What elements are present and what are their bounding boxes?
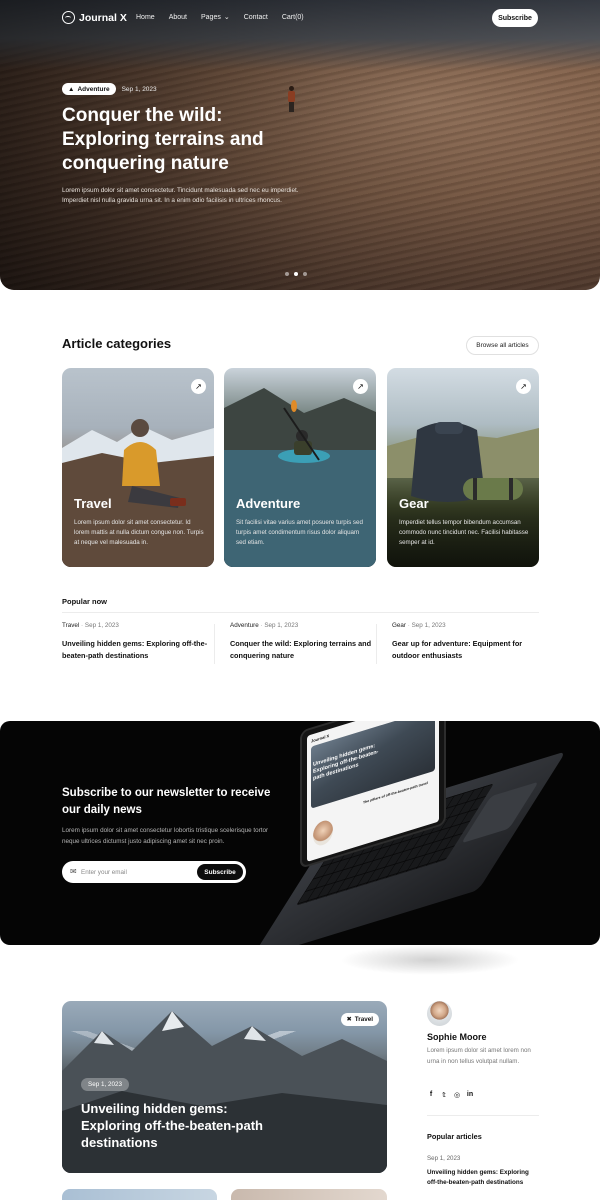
divider [214,624,215,664]
nav-link-cart[interactable]: Cart(0) [282,13,304,21]
slider-dots [285,272,307,276]
popular-date: Sep 1, 2023 [411,622,446,629]
category-name: Gear [399,496,429,511]
arrow-up-right-icon[interactable]: ↗ [191,379,206,394]
featured-title[interactable]: Unveiling hidden gems: Exploring off-the… [81,1100,281,1151]
featured-article[interactable]: ✖ Travel Sep 1, 2023 Unveiling hidden ge… [62,1001,387,1173]
top-navigation: Journal X Home About Pages ⌄ Contact Cart… [0,0,600,36]
categories-title: Article categories [62,336,172,351]
slider-dot-1[interactable] [285,272,289,276]
avatar[interactable] [427,1001,452,1026]
category-name: Travel [74,496,112,511]
category-description: Lorem ipsum dolor sit amet consectetur. … [74,519,204,546]
divider [62,612,539,613]
arrow-up-right-icon[interactable]: ↗ [353,379,368,394]
popular-category[interactable]: Adventure [230,622,259,629]
mail-icon: ✉ [70,867,77,876]
linkedin-icon[interactable]: in [466,1091,474,1099]
newsletter-description: Lorem ipsum dolor sit amet consectetur l… [62,827,269,845]
popular-category[interactable]: Gear [392,622,406,629]
nav-link-pages[interactable]: Pages ⌄ [200,13,230,22]
featured-date: Sep 1, 2023 [81,1078,129,1091]
popular-title[interactable]: Unveiling hidden gems: Exploring off-the… [62,638,217,662]
slider-dot-2[interactable] [294,272,298,276]
hero-content: ▲ Adventure Sep 1, 2023 Conquer the wild… [62,83,342,206]
featured-category-badge[interactable]: ✖ Travel [340,1013,379,1026]
hero-title[interactable]: Conquer the wild: Exploring terrains and… [62,104,312,176]
popular-meta: Travel · Sep 1, 2023 [62,622,119,629]
category-card-gear[interactable]: ↗ Gear Imperdiet tellus tempor bibendum … [387,368,539,567]
category-badge[interactable]: ▲ Adventure [62,83,116,95]
sidebar-article-title[interactable]: Unveiling hidden gems: Exploring off-the… [427,1168,539,1188]
popular-title[interactable]: Gear up for adventure: Equipment for out… [392,638,539,662]
popular-meta: Gear · Sep 1, 2023 [392,622,446,629]
article-card-preview[interactable] [231,1189,387,1200]
divider [427,1115,539,1116]
hero-description: Lorem ipsum dolor sit amet consectetur. … [62,187,299,204]
author-name[interactable]: Sophie Moore [427,1032,487,1042]
social-links: f 𝕥 ◎ in [427,1091,474,1099]
chevron-down-icon: ⌄ [223,14,230,21]
category-card-travel[interactable]: ↗ Travel Lorem ipsum dolor sit amet cons… [62,368,214,567]
laptop-screen-avatar [313,817,333,849]
nav-link-home[interactable]: Home [136,13,155,21]
category-card-adventure[interactable]: ↗ Adventure Sit facilisi vitae varius am… [224,368,376,567]
author-bio: Lorem ipsum dolor sit amet lorem non urn… [427,1047,531,1065]
laptop-shadow [340,945,520,975]
category-name: Adventure [236,496,301,511]
logo-icon [62,11,75,24]
twitter-icon[interactable]: 𝕥 [440,1091,448,1099]
instagram-icon[interactable]: ◎ [453,1091,461,1099]
sidebar-article-date: Sep 1, 2023 [427,1155,461,1162]
nav-links: Home About Pages ⌄ Contact Cart(0) [136,13,304,22]
close-icon: ✖ [346,1016,352,1023]
popular-item[interactable]: Gear · Sep 1, 2023 Gear up for adventure… [392,622,539,662]
newsletter-title: Subscribe to our newsletter to receive o… [62,787,271,816]
newsletter-section: Subscribe to our newsletter to receive o… [0,721,600,945]
popular-title[interactable]: Conquer the wild: Exploring terrains and… [230,638,385,662]
email-input[interactable] [81,865,191,879]
hero-date: Sep 1, 2023 [121,85,157,93]
popular-date: Sep 1, 2023 [264,622,299,629]
category-description: Sit facilisi vitae varius amet posuere t… [236,519,363,546]
popular-now-label: Popular now [62,597,107,606]
browse-all-button[interactable]: Browse all articles [466,336,539,355]
nav-link-pages-label: Pages [200,13,221,21]
arrow-up-right-icon[interactable]: ↗ [516,379,531,394]
newsletter-subscribe-button[interactable]: Subscribe [197,864,243,880]
popular-item[interactable]: Adventure · Sep 1, 2023 Conquer the wild… [230,622,385,662]
slider-dot-3[interactable] [303,272,307,276]
popular-item[interactable]: Travel · Sep 1, 2023 Unveiling hidden ge… [62,622,217,662]
logo-text: Journal X [79,11,127,24]
popular-meta: Adventure · Sep 1, 2023 [230,622,299,629]
nav-link-about[interactable]: About [169,13,187,21]
featured-category-label: Travel [354,1016,373,1023]
popular-articles-title: Popular articles [427,1132,482,1141]
divider [376,624,377,664]
logo[interactable]: Journal X [62,11,127,24]
hero-meta: ▲ Adventure Sep 1, 2023 [62,83,342,95]
subscribe-button[interactable]: Subscribe [492,9,538,27]
mountain-icon: ▲ [68,85,75,93]
article-card-preview[interactable] [62,1189,217,1200]
popular-date: Sep 1, 2023 [84,622,119,629]
popular-category[interactable]: Travel [62,622,79,629]
category-description: Imperdiet tellus tempor bibendum accumsa… [399,519,529,546]
nav-link-contact[interactable]: Contact [244,13,268,21]
newsletter-form: ✉ Subscribe [62,861,246,883]
category-badge-label: Adventure [77,85,110,93]
facebook-icon[interactable]: f [427,1091,435,1099]
